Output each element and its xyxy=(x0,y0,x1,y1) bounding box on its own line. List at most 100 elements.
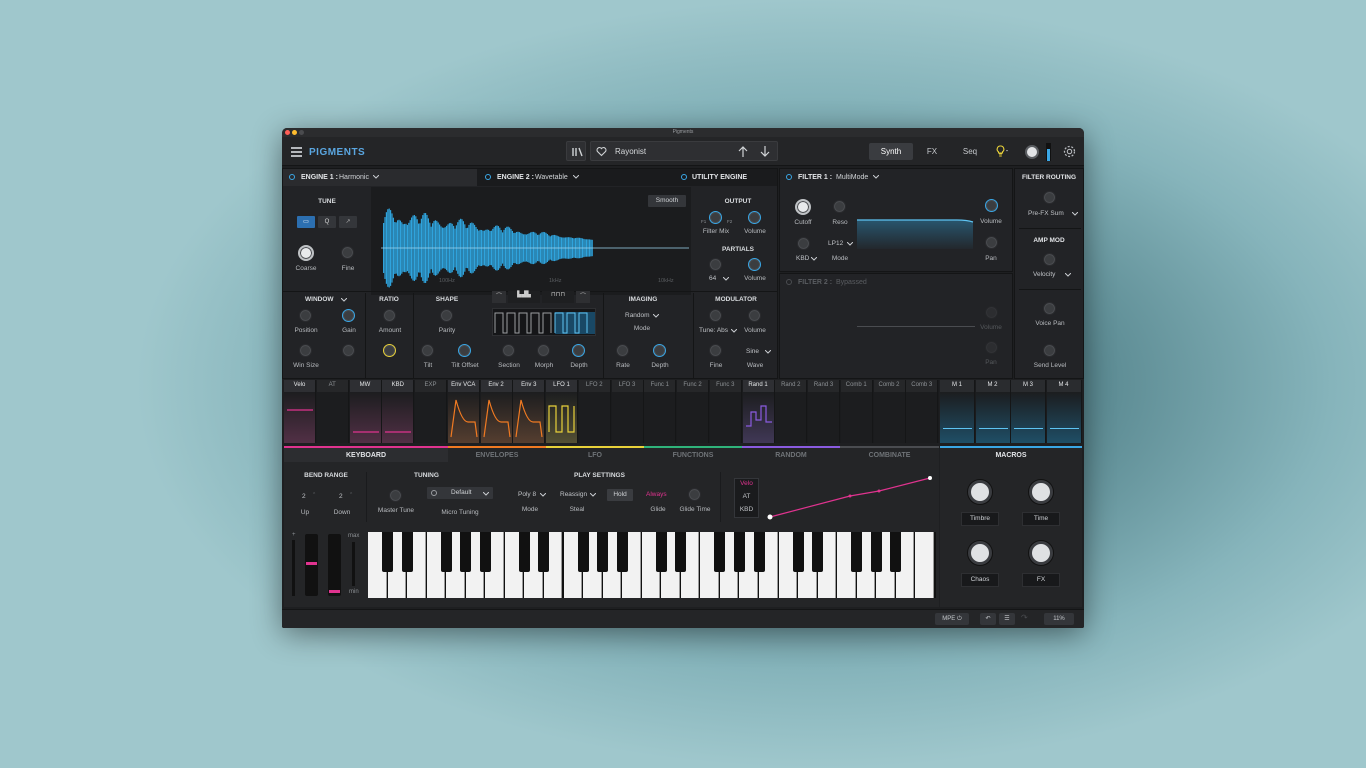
velocity-option-at[interactable]: AT xyxy=(735,493,758,500)
lightbulb-icon[interactable] xyxy=(994,144,1010,158)
partials-value[interactable]: 64 xyxy=(709,275,716,282)
tab-combinate[interactable]: COMBINATE xyxy=(840,446,939,462)
black-key[interactable] xyxy=(597,532,609,572)
velocity-option-velo[interactable]: Velo xyxy=(735,480,758,487)
mod-source-kbd[interactable]: KBD xyxy=(382,380,415,443)
black-key[interactable] xyxy=(851,532,863,572)
shape-selector-2[interactable]: ⊓⊓⊓ xyxy=(542,291,574,303)
fx-knob[interactable] xyxy=(1029,541,1053,565)
filter-mix-knob[interactable] xyxy=(709,211,722,224)
bend-down-value[interactable]: 2 xyxy=(339,493,343,500)
wavetable-preview[interactable] xyxy=(492,308,596,336)
black-key[interactable] xyxy=(870,532,882,572)
window-title[interactable]: WINDOW xyxy=(305,296,345,303)
filter1-mode-value[interactable]: LP12 xyxy=(828,240,843,247)
filter-routing-value[interactable]: Pre-FX Sum xyxy=(1028,210,1064,217)
mod-source-lfo-3[interactable]: LFO 3 xyxy=(611,380,644,443)
shape-depth-knob[interactable] xyxy=(572,344,585,357)
power-icon[interactable] xyxy=(681,174,687,180)
mod-source-func-3[interactable]: Func 3 xyxy=(709,380,742,443)
engine1-tab[interactable]: ENGINE 1 : Harmonic xyxy=(283,169,477,186)
power-icon[interactable] xyxy=(485,174,491,180)
shape-next-button[interactable]: ⌒ xyxy=(576,291,590,303)
tilt-knob[interactable] xyxy=(421,344,434,357)
shape-selector-1[interactable]: ▙▟▙ xyxy=(508,291,540,303)
mod-source-env-3[interactable]: Env 3 xyxy=(513,380,546,443)
chaos-label[interactable]: Chaos xyxy=(961,573,999,587)
morph-knob[interactable] xyxy=(537,344,550,357)
next-preset-icon[interactable] xyxy=(759,145,771,158)
redo-button[interactable]: ↷ xyxy=(1021,613,1028,622)
power-icon[interactable] xyxy=(289,174,295,180)
mod-source-comb-3[interactable]: Comb 3 xyxy=(906,380,939,443)
macro-source-3[interactable]: M 3 xyxy=(1011,380,1046,443)
mod-source-mw[interactable]: MW xyxy=(349,380,382,443)
mod-source-comb-2[interactable]: Comb 2 xyxy=(873,380,906,443)
tilt-offset-knob[interactable] xyxy=(458,344,471,357)
chaos-knob[interactable] xyxy=(968,541,992,565)
black-key[interactable] xyxy=(675,532,687,572)
pitch-wheel[interactable] xyxy=(305,534,318,596)
mod-source-velo[interactable]: Velo xyxy=(284,380,316,443)
mod-source-at[interactable]: AT xyxy=(316,380,349,443)
window-extra-knob[interactable] xyxy=(342,344,355,357)
timbre-knob[interactable] xyxy=(968,480,992,504)
modulator-tune-knob[interactable] xyxy=(709,309,722,322)
output-volume-knob[interactable] xyxy=(748,211,761,224)
black-key[interactable] xyxy=(460,532,472,572)
cutoff-knob[interactable] xyxy=(795,199,811,215)
mod-source-func-1[interactable]: Func 1 xyxy=(644,380,677,443)
velocity-option-kbd[interactable]: KBD xyxy=(735,506,758,513)
tab-envelopes[interactable]: ENVELOPES xyxy=(448,446,546,462)
black-key[interactable] xyxy=(655,532,667,572)
glide-time-knob[interactable] xyxy=(688,488,701,501)
white-key[interactable] xyxy=(915,532,934,598)
tab-seq[interactable]: Seq xyxy=(956,143,984,160)
mod-source-rand-2[interactable]: Rand 2 xyxy=(775,380,808,443)
previous-preset-icon[interactable] xyxy=(737,145,749,158)
tab-keyboard[interactable]: KEYBOARD xyxy=(284,446,448,462)
tune-mode-free[interactable]: ▭ xyxy=(297,216,315,228)
mod-source-rand-3[interactable]: Rand 3 xyxy=(808,380,840,443)
piano-keyboard[interactable] xyxy=(368,532,936,598)
bend-down-stepper[interactable]: ⌃ xyxy=(349,492,353,498)
gear-icon[interactable] xyxy=(1063,145,1076,158)
mod-source-lfo-1[interactable]: LFO 1 xyxy=(546,380,578,443)
heart-icon[interactable] xyxy=(596,146,607,157)
master-tune-knob[interactable] xyxy=(389,489,402,502)
mod-source-lfo-2[interactable]: LFO 2 xyxy=(578,380,611,443)
filter2-pan-knob[interactable] xyxy=(985,341,998,354)
black-key[interactable] xyxy=(753,532,765,572)
engine2-tab[interactable]: ENGINE 2 : Wavetable xyxy=(479,169,673,186)
waveform-display[interactable]: Smooth 100Hz 1kHz 10kHz xyxy=(371,187,691,295)
preset-browser[interactable]: Rayonist xyxy=(590,141,778,161)
mod-source-env-2[interactable]: Env 2 xyxy=(480,380,513,443)
library-button[interactable] xyxy=(566,141,586,161)
tab-synth[interactable]: Synth xyxy=(869,143,913,160)
black-key[interactable] xyxy=(714,532,726,572)
tab-random[interactable]: RANDOM xyxy=(742,446,840,462)
imaging-mode-value[interactable]: Random xyxy=(625,312,650,319)
tune-mode-quantize[interactable]: Q xyxy=(318,216,336,228)
win-size-knob[interactable] xyxy=(299,344,312,357)
timbre-label[interactable]: Timbre xyxy=(961,512,999,526)
send-level-knob[interactable] xyxy=(1043,344,1056,357)
hold-button[interactable]: Hold xyxy=(607,489,633,501)
mod-source-env-vca[interactable]: Env VCA xyxy=(447,380,480,443)
undo-button[interactable]: ↶ xyxy=(980,613,996,625)
macro-source-1[interactable]: M 1 xyxy=(940,380,975,443)
partials-knob[interactable] xyxy=(709,258,722,271)
parity-knob[interactable] xyxy=(440,309,453,322)
bend-up-value[interactable]: 2 xyxy=(302,493,306,500)
master-volume-knob[interactable] xyxy=(1025,145,1039,159)
bend-up-stepper[interactable]: ⌃ xyxy=(312,492,316,498)
section-knob[interactable] xyxy=(502,344,515,357)
mod-wheel[interactable] xyxy=(328,534,341,596)
black-key[interactable] xyxy=(616,532,628,572)
coarse-knob[interactable] xyxy=(298,245,314,261)
kbd-knob[interactable] xyxy=(797,237,810,250)
filter2-type[interactable]: Bypassed xyxy=(836,279,867,286)
partials-volume-knob[interactable] xyxy=(748,258,761,271)
tune-mode-ratio[interactable]: ↗ xyxy=(339,216,357,228)
filter2-volume-knob[interactable] xyxy=(985,306,998,319)
